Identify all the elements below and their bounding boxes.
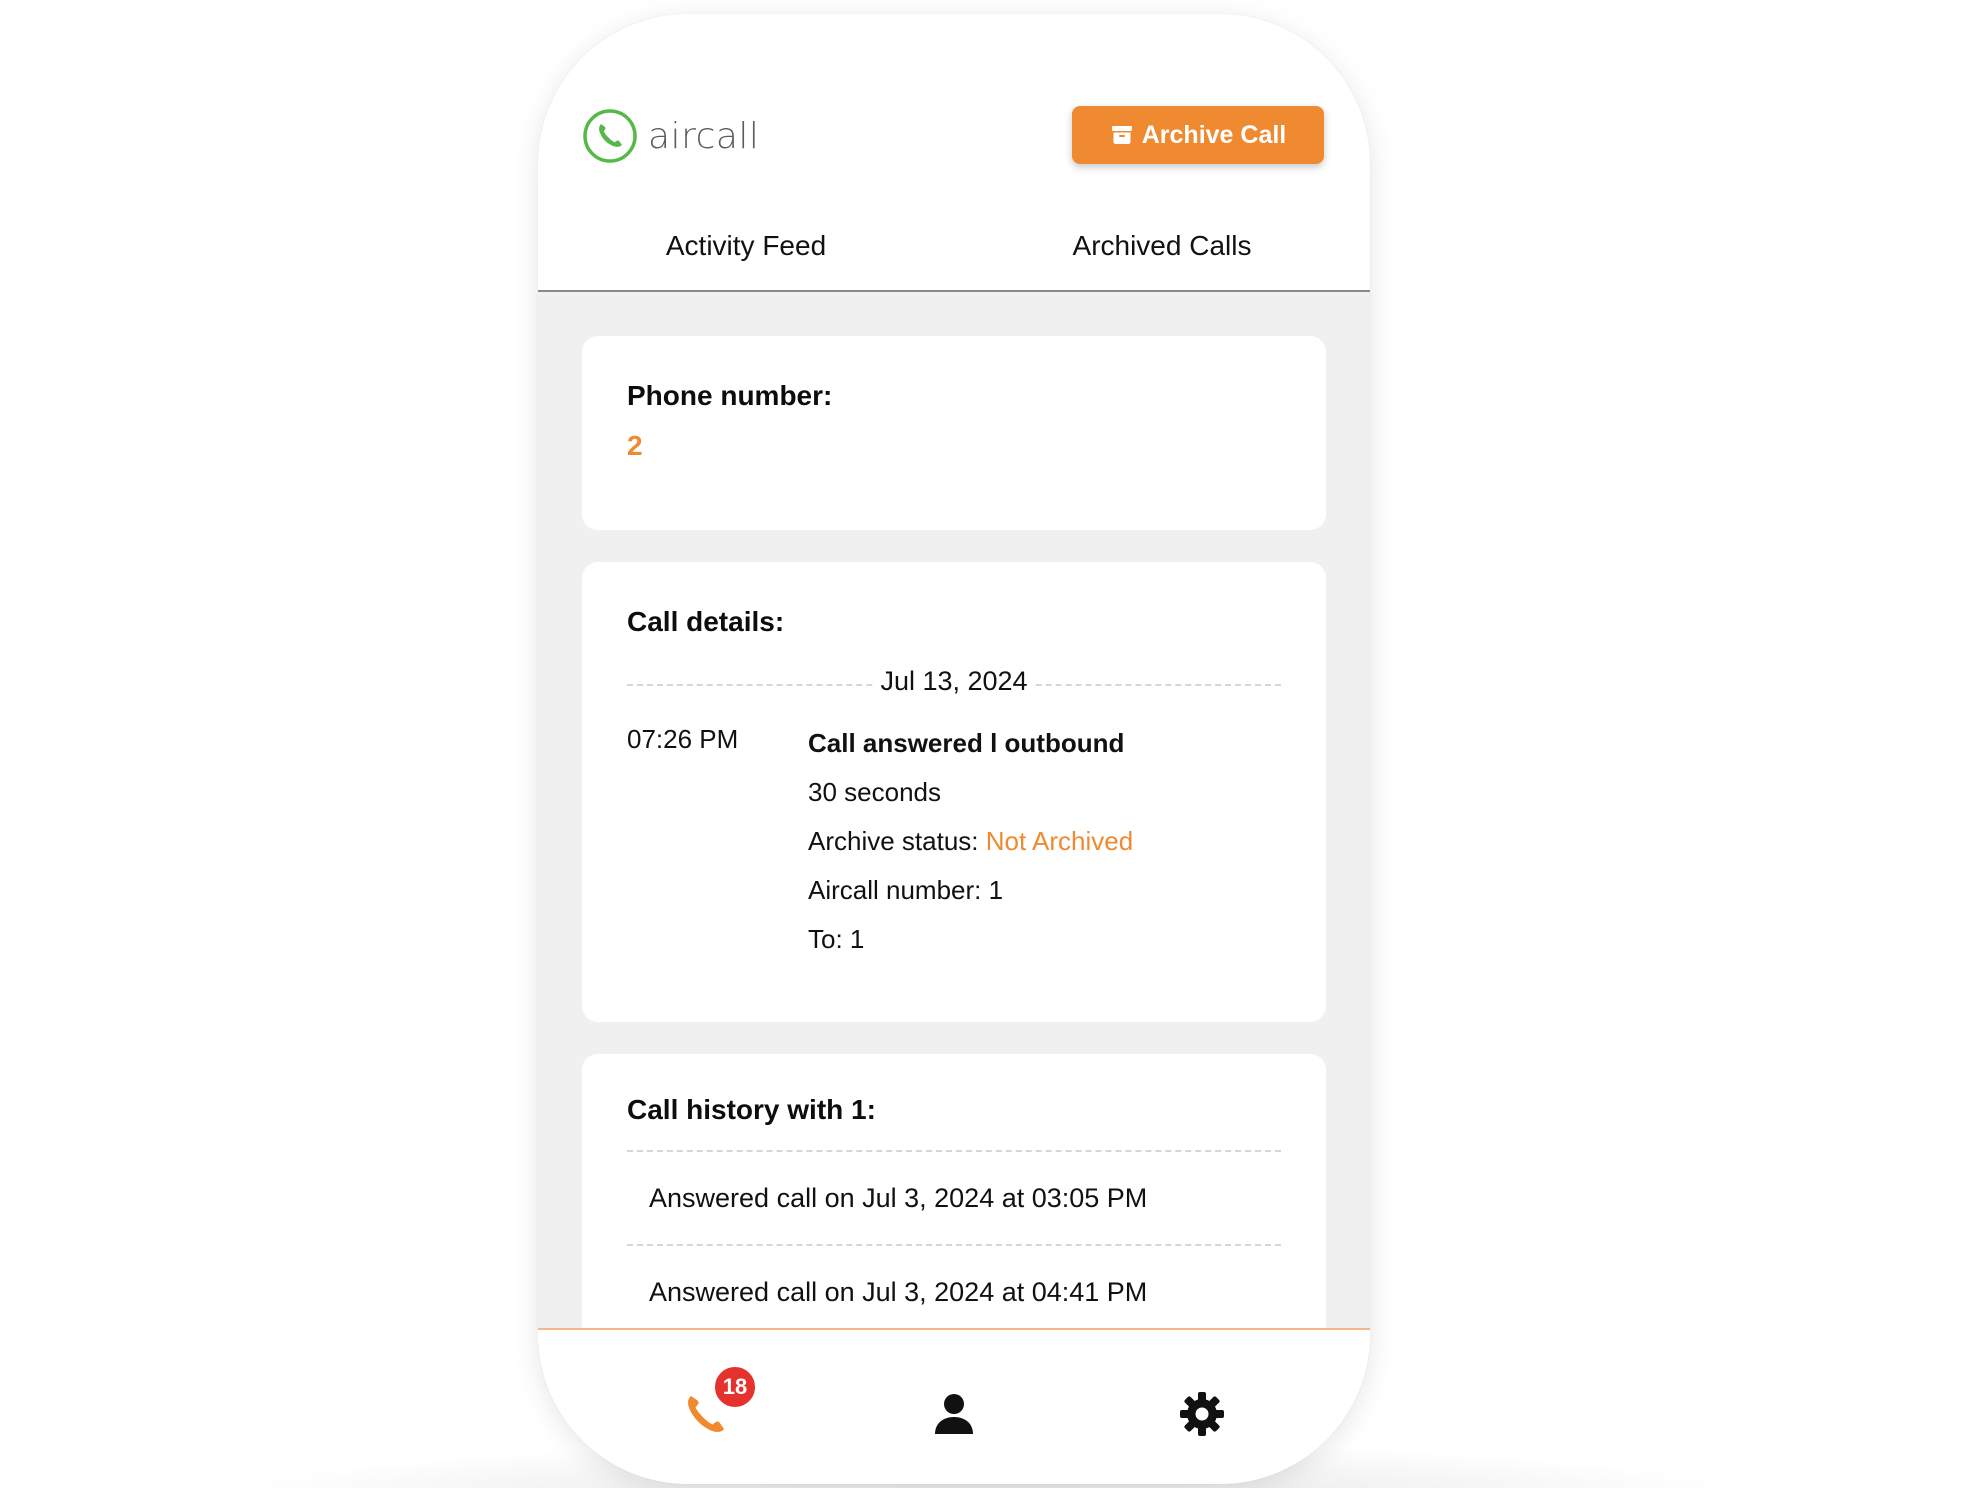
nav-contacts[interactable] — [930, 1390, 978, 1438]
call-history-card: Call history with 1: Answered call on Ju… — [582, 1054, 1326, 1328]
call-history-list: Answered call on Jul 3, 2024 at 03:05 PM… — [627, 1150, 1281, 1328]
call-details-heading: Call details: — [627, 606, 785, 637]
tab-bar: Activity Feed Archived Calls — [538, 210, 1370, 292]
date-divider: Jul 13, 2024 — [627, 664, 1281, 704]
aircall-logo: aircall — [582, 108, 759, 164]
archive-box-icon — [1111, 126, 1132, 144]
archive-status-value: Not Archived — [985, 826, 1134, 856]
call-entry: 07:26 PM Call answered l outbound 30 sec… — [627, 724, 1281, 969]
archive-call-button[interactable]: Archive Call — [1072, 106, 1324, 164]
history-item[interactable]: Answered call on Jul 3, 2024 at 03:05 PM — [627, 1150, 1281, 1244]
screen: aircall Archive Call Activity Feed Archi… — [0, 0, 1974, 1488]
brand-name: aircall — [648, 115, 760, 157]
archive-status-label: Archive status: — [808, 826, 979, 856]
call-info: Call answered l outbound 30 seconds Arch… — [808, 724, 1281, 969]
user-icon — [935, 1394, 973, 1434]
call-details-card: Call details: Jul 13, 2024 07:26 PM Call… — [582, 562, 1326, 1022]
aircall-logo-icon — [583, 109, 637, 163]
missed-calls-badge: 18 — [712, 1364, 758, 1410]
nav-settings[interactable] — [1178, 1390, 1226, 1438]
history-item[interactable]: Answered call on Jul 3, 2024 at 04:41 PM — [627, 1244, 1281, 1328]
phone-number-value: 2 — [627, 430, 643, 461]
gear-icon — [1180, 1392, 1224, 1436]
nav-calls[interactable]: 18 — [682, 1364, 758, 1438]
tab-archived-calls[interactable]: Archived Calls — [954, 210, 1370, 290]
phone-number-card: Phone number: 2 — [582, 336, 1326, 530]
call-date: Jul 13, 2024 — [874, 666, 1034, 697]
call-duration: 30 seconds — [808, 777, 941, 807]
tab-activity-feed[interactable]: Activity Feed — [538, 210, 954, 290]
archive-status: Archive status: Not Archived — [808, 822, 1281, 871]
bottom-navigation: 18 — [538, 1328, 1370, 1484]
phone-frame: aircall Archive Call Activity Feed Archi… — [538, 14, 1370, 1484]
call-recipient: To: 1 — [808, 924, 865, 954]
phone-number-heading: Phone number: — [627, 380, 833, 411]
archive-call-label: Archive Call — [1141, 120, 1287, 149]
call-detail-content: Phone number: 2 Call details: Jul 13, 20… — [538, 292, 1370, 1328]
call-history-heading: Call history with 1: — [627, 1094, 876, 1125]
call-summary: Call answered l outbound — [808, 728, 1125, 758]
call-time: 07:26 PM — [627, 724, 739, 754]
aircall-number: Aircall number: 1 — [808, 875, 1004, 905]
